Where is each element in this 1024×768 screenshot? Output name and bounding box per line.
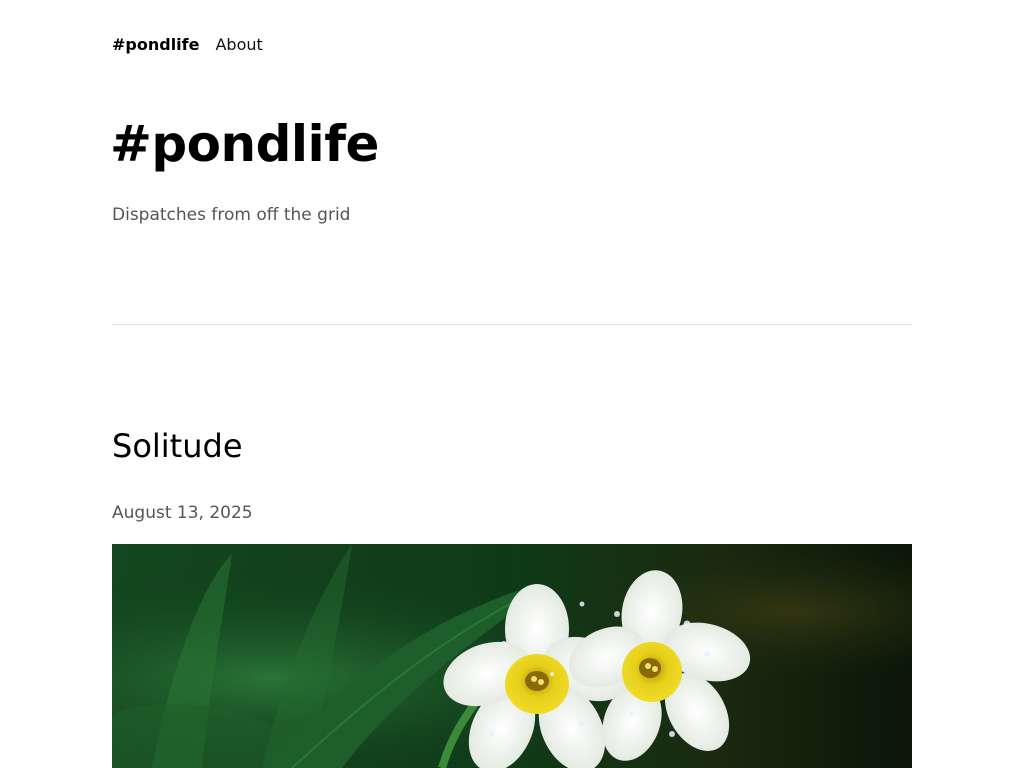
daffodil-photo [112, 544, 912, 768]
site-tagline: Dispatches from off the grid [112, 205, 351, 225]
site-nav: #pondlife About [112, 32, 263, 56]
post-date: August 13, 2025 [112, 503, 253, 523]
nav-link-about[interactable]: About [215, 35, 262, 54]
site-title: #pondlife [110, 115, 379, 173]
post-featured-image[interactable] [112, 544, 912, 768]
header-divider [112, 324, 912, 325]
page: #pondlife About #pondlife Dispatches fro… [0, 0, 1024, 768]
site-brand-link[interactable]: #pondlife [112, 35, 199, 54]
post-title[interactable]: Solitude [112, 424, 243, 468]
